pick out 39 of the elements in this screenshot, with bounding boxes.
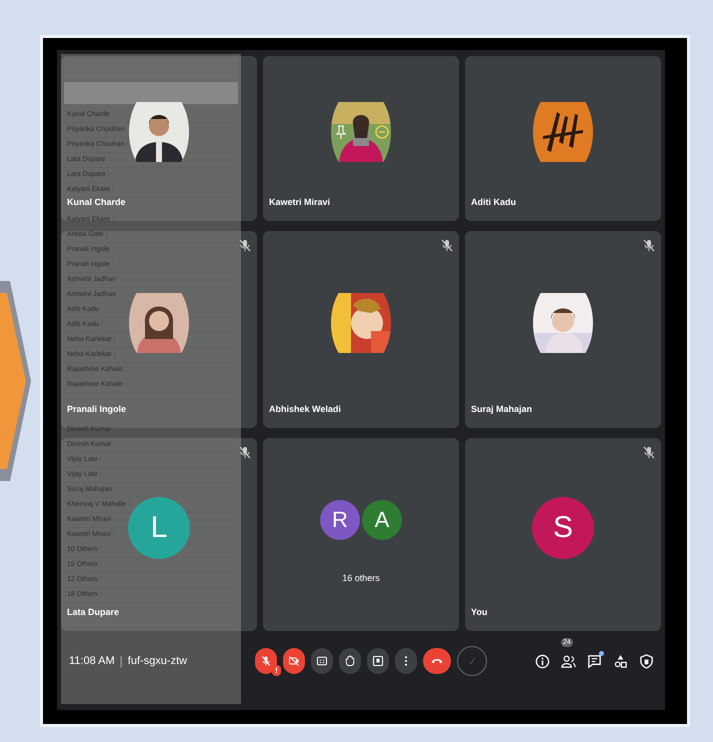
participant-name: Kunal Charde (67, 197, 126, 207)
chat-button[interactable] (587, 653, 603, 669)
alert-badge: ! (272, 665, 281, 676)
participant-name: Pranali Ingole (67, 404, 126, 414)
participant-name: Abhishek Weladi (269, 404, 341, 414)
present-icon (372, 655, 384, 667)
avatar: R (320, 500, 360, 540)
participant-name: Lata Dupare (67, 607, 120, 617)
check-button[interactable] (457, 646, 487, 676)
chat-icon (587, 654, 602, 668)
captions-icon (316, 655, 328, 667)
notes-field[interactable] (64, 82, 238, 104)
hand-button[interactable] (339, 648, 361, 674)
separator: | (120, 654, 123, 668)
time-label: 11:08 AM (69, 655, 115, 667)
camera-button[interactable] (283, 648, 305, 674)
shapes-icon (613, 654, 628, 668)
meeting-code: fuf-sgxu-ztw (128, 655, 188, 667)
avatar: A (362, 500, 402, 540)
info-button[interactable] (535, 653, 551, 669)
avatar: S (532, 496, 594, 558)
mic-off-icon (260, 655, 272, 667)
activities-button[interactable] (613, 653, 629, 669)
participant-name: 16 others (341, 573, 381, 583)
participant-name: Aditi Kadu (471, 197, 516, 207)
more-button[interactable] (395, 648, 417, 674)
host-button[interactable] (639, 653, 655, 669)
pin-icon[interactable] (335, 124, 347, 140)
participant-name: You (471, 607, 488, 617)
camera-off-icon (288, 655, 300, 667)
participant-name: Kawetri Miravi (269, 197, 330, 207)
captions-button[interactable] (311, 648, 333, 674)
people-icon (561, 654, 576, 668)
hang-up-button[interactable] (423, 648, 451, 674)
present-button[interactable] (367, 648, 389, 674)
shield-icon (639, 654, 654, 668)
hand-icon (344, 655, 356, 667)
participant-name: Suraj Mahajan (471, 404, 532, 414)
info-icon (535, 654, 550, 668)
